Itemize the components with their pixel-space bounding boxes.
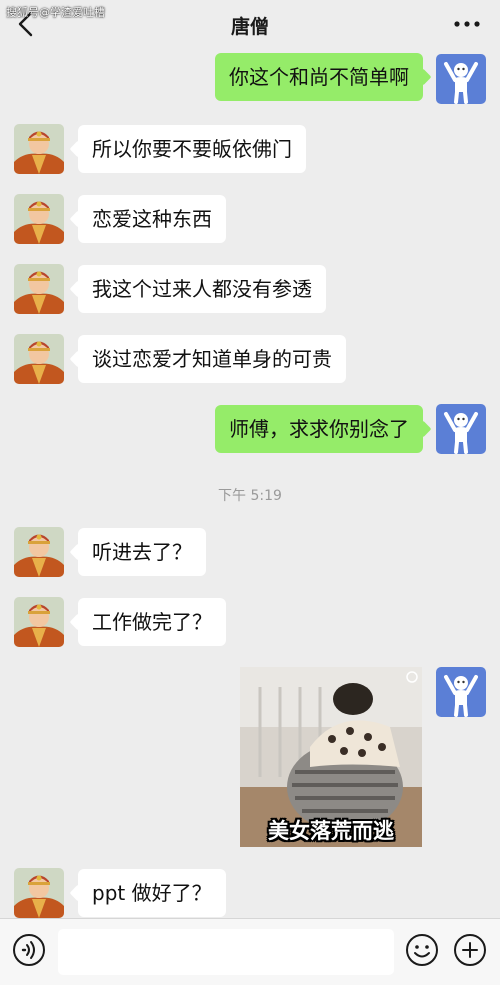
message-bubble[interactable]: ppt 做好了？: [78, 869, 226, 917]
contact-avatar[interactable]: [14, 124, 64, 174]
message-bubble[interactable]: 我这个过来人都没有参透: [78, 265, 326, 313]
contact-avatar[interactable]: [14, 868, 64, 918]
emoji-button[interactable]: [405, 933, 439, 967]
contact-avatar[interactable]: [14, 597, 64, 647]
message-bubble[interactable]: 恋爱这种东西: [78, 195, 226, 243]
message-bubble[interactable]: 听进去了？: [78, 528, 206, 576]
contact-avatar[interactable]: [14, 264, 64, 314]
message-input[interactable]: [58, 929, 394, 975]
more-button[interactable]: [452, 12, 482, 36]
self-avatar[interactable]: [436, 667, 486, 717]
message-row: 师傅，求求你别念了: [0, 404, 500, 454]
message-bubble[interactable]: 你这个和尚不简单啊: [215, 53, 423, 101]
message-row: 恋爱这种东西: [0, 194, 500, 244]
voice-icon: [13, 934, 45, 966]
contact-avatar[interactable]: [14, 334, 64, 384]
sticker-caption: 美女落荒而逃: [268, 819, 394, 843]
sticker-message[interactable]: 美女落荒而逃: [240, 667, 422, 847]
more-dots-icon: [454, 21, 480, 27]
message-row: 听进去了？: [0, 527, 500, 577]
plus-icon: [454, 934, 486, 966]
message-row: 你这个和尚不简单啊: [0, 53, 500, 103]
voice-button[interactable]: [12, 933, 46, 967]
message-bubble[interactable]: 谈过恋爱才知道单身的可贵: [78, 335, 346, 383]
message-timestamp: 下午 5:19: [218, 488, 282, 504]
message-row: ppt 做好了？: [0, 868, 500, 918]
message-row: 工作做完了？: [0, 597, 500, 647]
message-bubble[interactable]: 工作做完了？: [78, 598, 226, 646]
emoji-icon: [406, 934, 438, 966]
input-bar: [0, 918, 500, 985]
message-row: 所以你要不要皈依佛门: [0, 124, 500, 174]
contact-avatar[interactable]: [14, 194, 64, 244]
message-row: 我这个过来人都没有参透: [0, 264, 500, 314]
watermark: 搜狐号@学渣爱吐槽: [6, 6, 105, 19]
message-bubble[interactable]: 师傅，求求你别念了: [215, 405, 423, 453]
message-row: 谈过恋爱才知道单身的可贵: [0, 334, 500, 384]
self-avatar[interactable]: [436, 404, 486, 454]
message-bubble[interactable]: 所以你要不要皈依佛门: [78, 125, 306, 173]
contact-avatar[interactable]: [14, 527, 64, 577]
self-avatar[interactable]: [436, 54, 486, 104]
plus-button[interactable]: [453, 933, 487, 967]
